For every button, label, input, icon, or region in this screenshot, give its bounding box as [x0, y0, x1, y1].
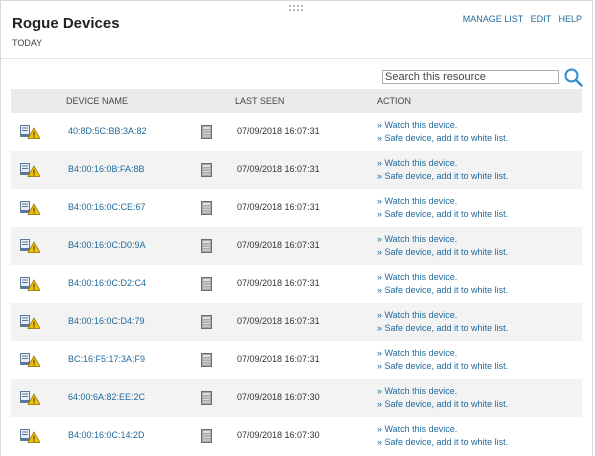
- header-links: MANAGE LIST EDIT HELP: [458, 14, 582, 24]
- device-warning-icon: [20, 201, 41, 215]
- last-seen-value: 07/09/2018 16:07:31: [237, 278, 320, 288]
- device-name-link[interactable]: B4:00:16:0C:CE:67: [68, 202, 146, 212]
- table-row: B4:00:16:0C:D4:79 07/09/2018 16:07:31 » Wa…: [11, 303, 582, 341]
- column-header-action: ACTION: [377, 96, 412, 106]
- table-row: B4:00:16:0B:FA:8B 07/09/2018 16:07:31 » Wa…: [11, 151, 582, 189]
- device-name-link[interactable]: B4:00:16:0C:D2:C4: [68, 278, 146, 288]
- device-name-link[interactable]: B4:00:16:0B:FA:8B: [68, 164, 145, 174]
- database-icon: [201, 125, 212, 139]
- watch-device-link[interactable]: » Watch this device.: [377, 424, 457, 434]
- device-warning-icon: [20, 239, 41, 253]
- table-row: B4:00:16:0C:CE:67 07/09/2018 16:07:31 » Wa…: [11, 189, 582, 227]
- database-icon: [201, 239, 212, 253]
- safe-device-link[interactable]: » Safe device, add it to white list.: [377, 171, 508, 181]
- watch-device-link[interactable]: » Watch this device.: [377, 158, 457, 168]
- watch-device-link[interactable]: » Watch this device.: [377, 272, 457, 282]
- device-warning-icon: [20, 429, 41, 443]
- device-name-link[interactable]: B4:00:16:0C:D4:79: [68, 316, 145, 326]
- device-warning-icon: [20, 315, 41, 329]
- table-row: BC:16:F5:17:3A:F9 07/09/2018 16:07:31 » Wa…: [11, 341, 582, 379]
- database-icon: [201, 391, 212, 405]
- safe-device-link[interactable]: » Safe device, add it to white list.: [377, 285, 508, 295]
- last-seen-value: 07/09/2018 16:07:31: [237, 202, 320, 212]
- table-header: DEVICE NAME LAST SEEN ACTION: [11, 89, 582, 113]
- device-warning-icon: [20, 353, 41, 367]
- last-seen-value: 07/09/2018 16:07:31: [237, 164, 320, 174]
- help-link[interactable]: HELP: [558, 14, 582, 24]
- safe-device-link[interactable]: » Safe device, add it to white list.: [377, 247, 508, 257]
- column-header-last-seen[interactable]: LAST SEEN: [235, 96, 284, 106]
- last-seen-value: 07/09/2018 16:07:31: [237, 126, 320, 136]
- safe-device-link[interactable]: » Safe device, add it to white list.: [377, 209, 508, 219]
- safe-device-link[interactable]: » Safe device, add it to white list.: [377, 361, 508, 371]
- device-name-link[interactable]: 40:8D:5C:BB:3A:82: [68, 126, 147, 136]
- table-row: 64:00:6A:82:EE:2C 07/09/2018 16:07:30 » Wa…: [11, 379, 582, 417]
- header-divider: [1, 58, 592, 59]
- device-name-link[interactable]: 64:00:6A:82:EE:2C: [68, 392, 145, 402]
- last-seen-value: 07/09/2018 16:07:31: [237, 240, 320, 250]
- manage-list-link[interactable]: MANAGE LIST: [463, 14, 523, 24]
- device-warning-icon: [20, 391, 41, 405]
- last-seen-value: 07/09/2018 16:07:31: [237, 354, 320, 364]
- edit-link[interactable]: EDIT: [531, 14, 551, 24]
- drag-handle-icon[interactable]: [289, 5, 307, 13]
- panel-title: Rogue Devices: [12, 15, 120, 32]
- watch-device-link[interactable]: » Watch this device.: [377, 196, 457, 206]
- database-icon: [201, 353, 212, 367]
- safe-device-link[interactable]: » Safe device, add it to white list.: [377, 437, 508, 447]
- last-seen-value: 07/09/2018 16:07:31: [237, 316, 320, 326]
- database-icon: [201, 315, 212, 329]
- last-seen-value: 07/09/2018 16:07:30: [237, 430, 320, 440]
- watch-device-link[interactable]: » Watch this device.: [377, 386, 457, 396]
- safe-device-link[interactable]: » Safe device, add it to white list.: [377, 323, 508, 333]
- database-icon: [201, 201, 212, 215]
- column-header-device-name[interactable]: DEVICE NAME: [66, 96, 128, 106]
- safe-device-link[interactable]: » Safe device, add it to white list.: [377, 399, 508, 409]
- database-icon: [201, 429, 212, 443]
- safe-device-link[interactable]: » Safe device, add it to white list.: [377, 133, 508, 143]
- device-warning-icon: [20, 163, 41, 177]
- search-icon[interactable]: [563, 67, 583, 87]
- database-icon: [201, 163, 212, 177]
- table-row: B4:00:16:0C:D0:9A 07/09/2018 16:07:31 » Wa…: [11, 227, 582, 265]
- device-warning-icon: [20, 125, 41, 139]
- watch-device-link[interactable]: » Watch this device.: [377, 348, 457, 358]
- table-row: B4:00:16:0C:14:2D 07/09/2018 16:07:30 » Wa…: [11, 417, 582, 455]
- watch-device-link[interactable]: » Watch this device.: [377, 310, 457, 320]
- device-name-link[interactable]: B4:00:16:0C:D0:9A: [68, 240, 146, 250]
- table-row: 40:8D:5C:BB:3A:82 07/09/2018 16:07:31 » Wa…: [11, 113, 582, 151]
- device-warning-icon: [20, 277, 41, 291]
- device-name-link[interactable]: B4:00:16:0C:14:2D: [68, 430, 145, 440]
- table-row: B4:00:16:0C:D2:C4 07/09/2018 16:07:31 » Wa…: [11, 265, 582, 303]
- watch-device-link[interactable]: » Watch this device.: [377, 234, 457, 244]
- search-input[interactable]: [382, 70, 559, 84]
- device-name-link[interactable]: BC:16:F5:17:3A:F9: [68, 354, 145, 364]
- watch-device-link[interactable]: » Watch this device.: [377, 120, 457, 130]
- panel-subtitle: TODAY: [12, 38, 43, 48]
- last-seen-value: 07/09/2018 16:07:30: [237, 392, 320, 402]
- database-icon: [201, 277, 212, 291]
